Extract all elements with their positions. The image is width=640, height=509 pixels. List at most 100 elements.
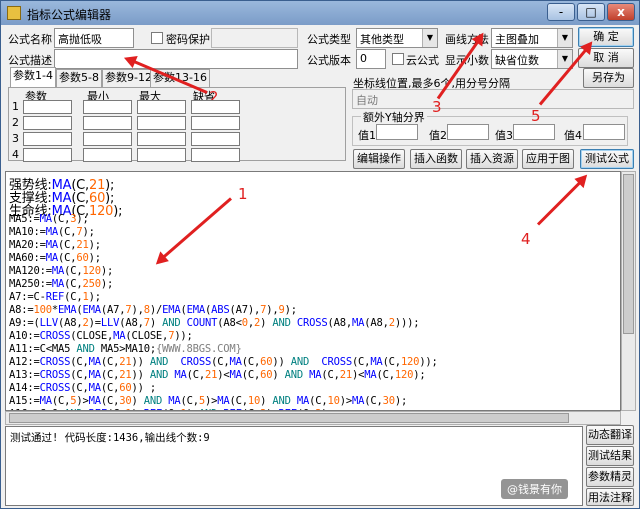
y-axis-value-label: 值1 <box>358 129 376 142</box>
param-cell[interactable] <box>23 132 72 146</box>
insert-resource-button[interactable]: 插入资源 <box>466 149 518 169</box>
password-checkbox[interactable] <box>151 32 163 44</box>
maximize-button[interactable]: □ <box>577 3 605 21</box>
code-line: MA120:=MA(C,120); <box>9 265 113 277</box>
y-axis-value-input[interactable] <box>376 124 418 140</box>
chevron-down-icon: ▼ <box>422 29 437 47</box>
y-axis-value-input[interactable] <box>583 124 625 140</box>
code-token: (A8, <box>364 317 389 329</box>
code-token: (C, <box>100 395 120 407</box>
code-line: A9:=(LLV(A8,2)=LLV(A8,7) AND COUNT(A8<0,… <box>9 317 420 329</box>
code-token: A14:= <box>9 382 40 394</box>
y-axis-value-label: 值3 <box>495 129 513 142</box>
code-token: ), <box>131 304 144 316</box>
password-input[interactable] <box>211 28 298 48</box>
code-token: AND <box>149 369 169 381</box>
tab-params-5-8[interactable]: 参数5-8 <box>56 69 102 87</box>
code-line: MA10:=MA(C,7); <box>9 226 95 238</box>
formula-version-label: 公式版本 <box>307 54 351 67</box>
param-cell[interactable] <box>137 116 186 130</box>
code-line: A13:=CROSS(C,MA(C,21)) AND MA(C,21)<MA(C… <box>9 369 426 381</box>
code-token: 21 <box>76 239 89 251</box>
decimal-select[interactable]: 缺省位数 ▼ <box>491 49 573 69</box>
param-cell[interactable] <box>137 132 186 146</box>
test-result-button[interactable]: 测试结果 <box>586 446 634 466</box>
code-token: )< <box>217 369 230 381</box>
param-cell[interactable] <box>191 116 240 130</box>
formula-version-input[interactable]: 0 <box>356 49 386 69</box>
code-token: CROSS <box>321 356 352 368</box>
minimize-button[interactable]: - <box>547 3 575 21</box>
close-button[interactable]: x <box>607 3 635 21</box>
y-axis-value-input[interactable] <box>447 124 489 140</box>
formula-name-input[interactable]: 高抛低吸 <box>54 28 134 48</box>
formula-type-value: 其他类型 <box>360 33 404 46</box>
cloud-formula-checkbox[interactable] <box>392 53 404 65</box>
code-token: )) <box>131 369 150 381</box>
code-token: CROSS <box>39 382 71 394</box>
horizontal-scrollbar[interactable] <box>5 411 621 425</box>
code-line: A8:=100*EMA(EMA(A7,7),8)/EMA(EMA(ABS(A7)… <box>9 304 297 316</box>
decimal-value: 缺省位数 <box>495 54 539 67</box>
code-token: ), <box>266 304 279 316</box>
code-token: 60 <box>76 252 89 264</box>
code-token: (A8, <box>327 317 352 329</box>
code-token: ) <box>131 395 144 407</box>
save-as-button[interactable]: 另存为 <box>583 68 634 88</box>
coord-input[interactable]: 自动 <box>352 89 634 109</box>
code-token: A9:=( <box>9 317 40 329</box>
param-row-num: 3 <box>12 132 19 145</box>
code-token: 21 <box>204 369 218 381</box>
param-cell[interactable] <box>83 132 132 146</box>
param-cell[interactable] <box>137 148 186 162</box>
param-cell[interactable] <box>137 100 186 114</box>
code-token: MA5>MA10; <box>94 343 156 355</box>
test-formula-button[interactable]: 测试公式 <box>580 149 634 169</box>
param-cell[interactable] <box>191 148 240 162</box>
code-token: 250 <box>82 278 101 290</box>
param-cell[interactable] <box>23 148 72 162</box>
code-token: (C, <box>241 369 261 381</box>
code-token: {WWW.8BGS.COM} <box>155 343 242 355</box>
code-editor[interactable]: 强势线:MA(C,21); 支撑线:MA(C,60); 生命线:MA(C,120);… <box>5 171 621 411</box>
insert-function-button[interactable]: 插入函数 <box>410 149 462 169</box>
param-cell[interactable] <box>191 100 240 114</box>
code-token: MA60:= <box>9 252 46 264</box>
code-token: (C, <box>57 239 77 251</box>
code-token: )= <box>88 317 101 329</box>
scroll-thumb[interactable] <box>623 174 634 334</box>
apply-to-chart-button[interactable]: 应用于图 <box>522 149 574 169</box>
annotation-label: 3 <box>432 98 442 116</box>
code-token: )) <box>272 356 291 368</box>
code-token: AND <box>76 343 95 355</box>
formula-type-select[interactable]: 其他类型 ▼ <box>356 28 438 48</box>
dynamic-translate-button[interactable]: 动态翻译 <box>586 425 634 445</box>
param-cell[interactable] <box>83 116 132 130</box>
edit-ops-button[interactable]: 编辑操作 <box>353 149 405 169</box>
app-icon <box>7 6 21 20</box>
code-token: MA <box>217 395 230 407</box>
param-cell[interactable] <box>23 116 72 130</box>
param-cell[interactable] <box>83 148 132 162</box>
vertical-scrollbar[interactable] <box>621 171 636 411</box>
code-line: MA250:=MA(C,250); <box>9 278 113 290</box>
code-token: A7:=C- <box>9 291 46 303</box>
tab-params-1-4[interactable]: 参数1-4 <box>10 67 56 88</box>
code-token: 120 <box>394 369 414 381</box>
y-axis-value-input[interactable] <box>513 124 555 140</box>
formula-type-label: 公式类型 <box>307 33 351 46</box>
scroll-thumb[interactable] <box>9 413 569 423</box>
param-cell[interactable] <box>191 132 240 146</box>
param-cell[interactable] <box>23 100 72 114</box>
usage-notes-button[interactable]: 用法注释 <box>586 488 634 506</box>
code-token: 60 <box>260 356 273 368</box>
param-cell[interactable] <box>83 100 132 114</box>
annotation-label: 5 <box>531 107 541 125</box>
draw-method-select[interactable]: 主图叠加 ▼ <box>491 28 573 48</box>
formula-desc-input[interactable] <box>54 49 298 69</box>
tab-params-9-12[interactable]: 参数9-12 <box>102 69 155 87</box>
param-wizard-button[interactable]: 参数精灵 <box>586 467 634 487</box>
code-token: MA <box>51 265 65 277</box>
code-token: (A7, <box>100 304 126 316</box>
